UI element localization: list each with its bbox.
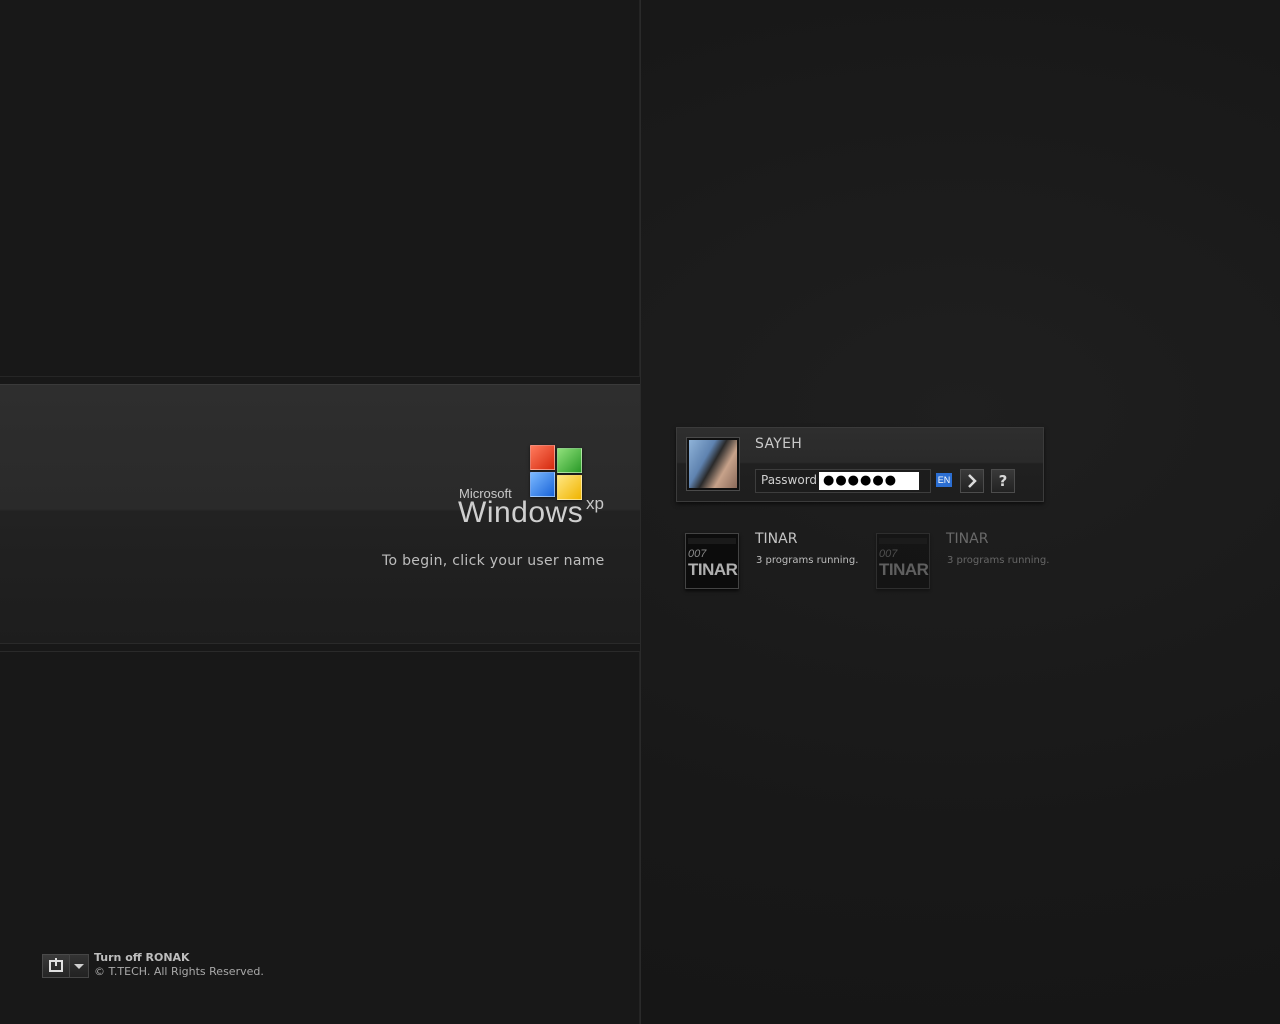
session-status: 3 programs running. [947,555,1050,566]
power-icon [49,958,63,972]
tinar-icon-word: TINAR [879,560,929,579]
user-tile-tinar-ghost[interactable]: 007 TINAR TINAR 3 programs running. [876,531,1061,593]
windows-xp-logo: Microsoft Windows xp [455,444,615,534]
session-status: 3 programs running. [756,555,859,566]
power-options-dropdown[interactable] [69,954,89,978]
chevron-right-icon [968,474,977,488]
user-tile-sayeh[interactable]: SAYEH Password ●●●●●● EN ? [676,427,1044,502]
password-box: Password ●●●●●● [755,469,931,493]
windows-flag-icon [530,445,582,500]
logo-windows: Windows [458,496,584,529]
help-button[interactable]: ? [991,469,1015,493]
language-indicator[interactable]: EN [936,473,952,487]
avatar[interactable] [686,437,740,491]
tinar-icon-number: 007 [688,548,707,560]
copyright-text: © T.TECH. All Rights Reserved. [94,965,264,978]
login-screen: Microsoft Windows xp To begin, click you… [0,0,1280,1024]
tinar-icon-word: TINAR [688,560,738,579]
password-input[interactable]: ●●●●●● [819,472,919,490]
turn-off-link[interactable]: Turn off RONAK [94,951,190,964]
chevron-down-icon [74,964,84,969]
session-name[interactable]: TINAR [755,531,797,547]
logo-xp: xp [586,494,604,513]
tinar-avatar-icon: 007 TINAR [685,533,739,589]
flag-green-pane [557,448,582,473]
power-button[interactable] [42,954,70,978]
user-name[interactable]: SAYEH [755,436,802,452]
tinar-avatar-icon: 007 TINAR [876,533,930,589]
begin-prompt: To begin, click your user name [382,553,605,569]
user-tile-tinar[interactable]: 007 TINAR TINAR 3 programs running. [685,531,870,593]
left-top-block [0,0,640,377]
flag-red-pane [530,445,555,470]
tinar-icon-number: 007 [879,548,898,560]
password-label: Password [761,473,818,487]
avatar-picture [689,440,737,488]
session-name[interactable]: TINAR [946,531,988,547]
flag-blue-pane [530,472,555,497]
login-go-button[interactable] [960,469,984,493]
